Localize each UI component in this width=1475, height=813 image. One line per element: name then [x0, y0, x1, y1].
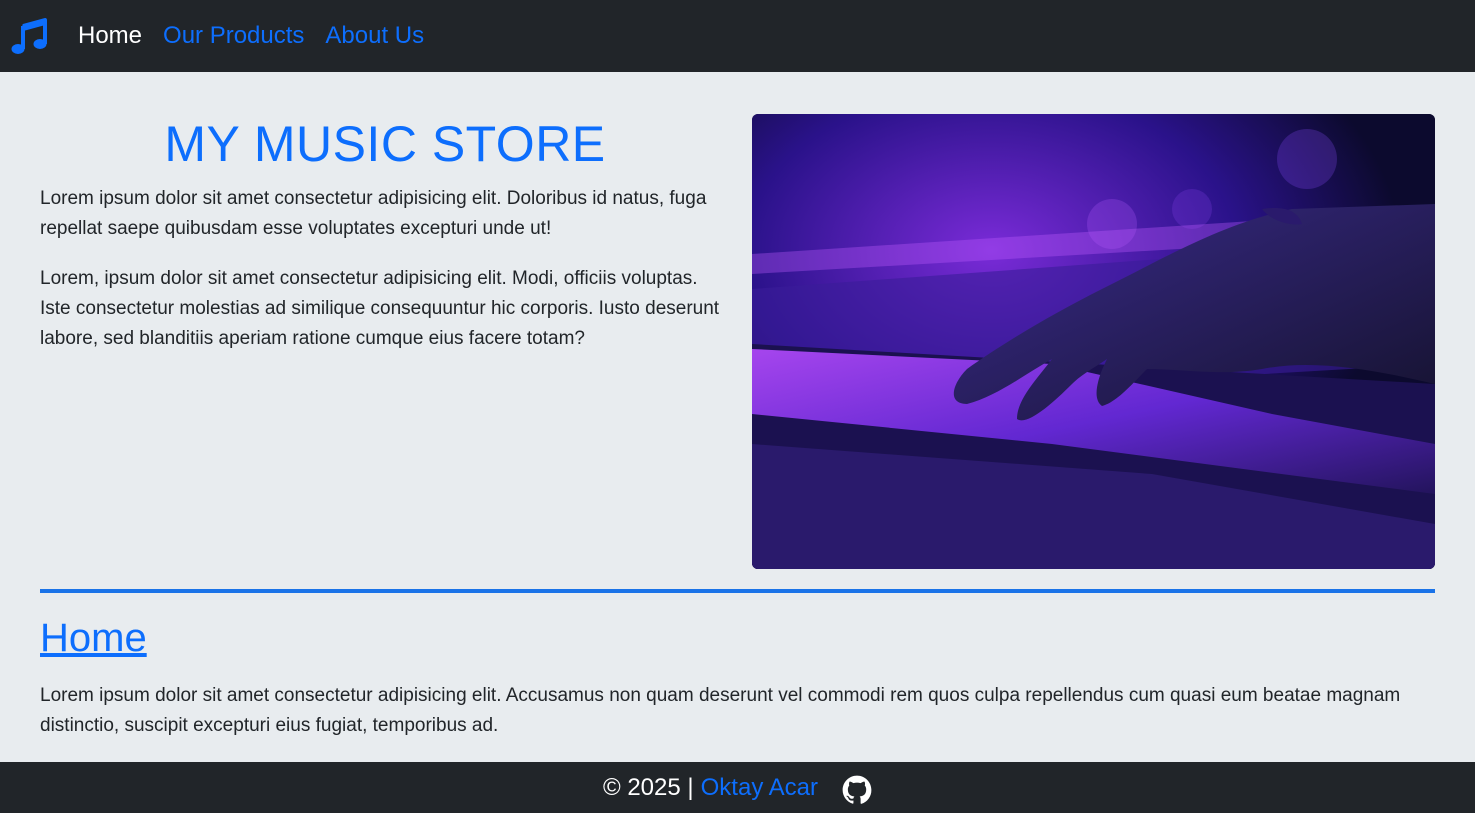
- hero-text: MY MUSIC STORE Lorem ipsum dolor sit ame…: [40, 114, 730, 354]
- copyright-text: © 2025 |: [602, 773, 694, 801]
- navbar: Home Our Products About Us: [0, 0, 1475, 72]
- page-title: MY MUSIC STORE: [164, 116, 606, 172]
- music-note-icon[interactable]: [10, 17, 48, 55]
- hero-paragraph-1: Lorem ipsum dolor sit amet consectetur a…: [40, 188, 707, 239]
- nav-link-about-us[interactable]: About Us: [325, 22, 424, 50]
- nav-link-home[interactable]: Home: [78, 22, 142, 50]
- section-divider: [40, 589, 1435, 593]
- footer: © 2025 | Oktay Acar: [0, 762, 1475, 813]
- section-paragraph: Lorem ipsum dolor sit amet consectetur a…: [40, 685, 1401, 736]
- nav-link-our-products[interactable]: Our Products: [163, 22, 304, 50]
- github-icon[interactable]: [842, 775, 872, 805]
- hero-section: MY MUSIC STORE Lorem ipsum dolor sit ame…: [40, 114, 1435, 569]
- hero-image-keyboard: [752, 114, 1435, 569]
- home-section: Home Lorem ipsum dolor sit amet consecte…: [40, 612, 1435, 741]
- hero-paragraph-2: Lorem, ipsum dolor sit amet consectetur …: [40, 268, 720, 349]
- section-heading-home[interactable]: Home: [40, 612, 147, 664]
- author-link[interactable]: Oktay Acar: [701, 774, 818, 802]
